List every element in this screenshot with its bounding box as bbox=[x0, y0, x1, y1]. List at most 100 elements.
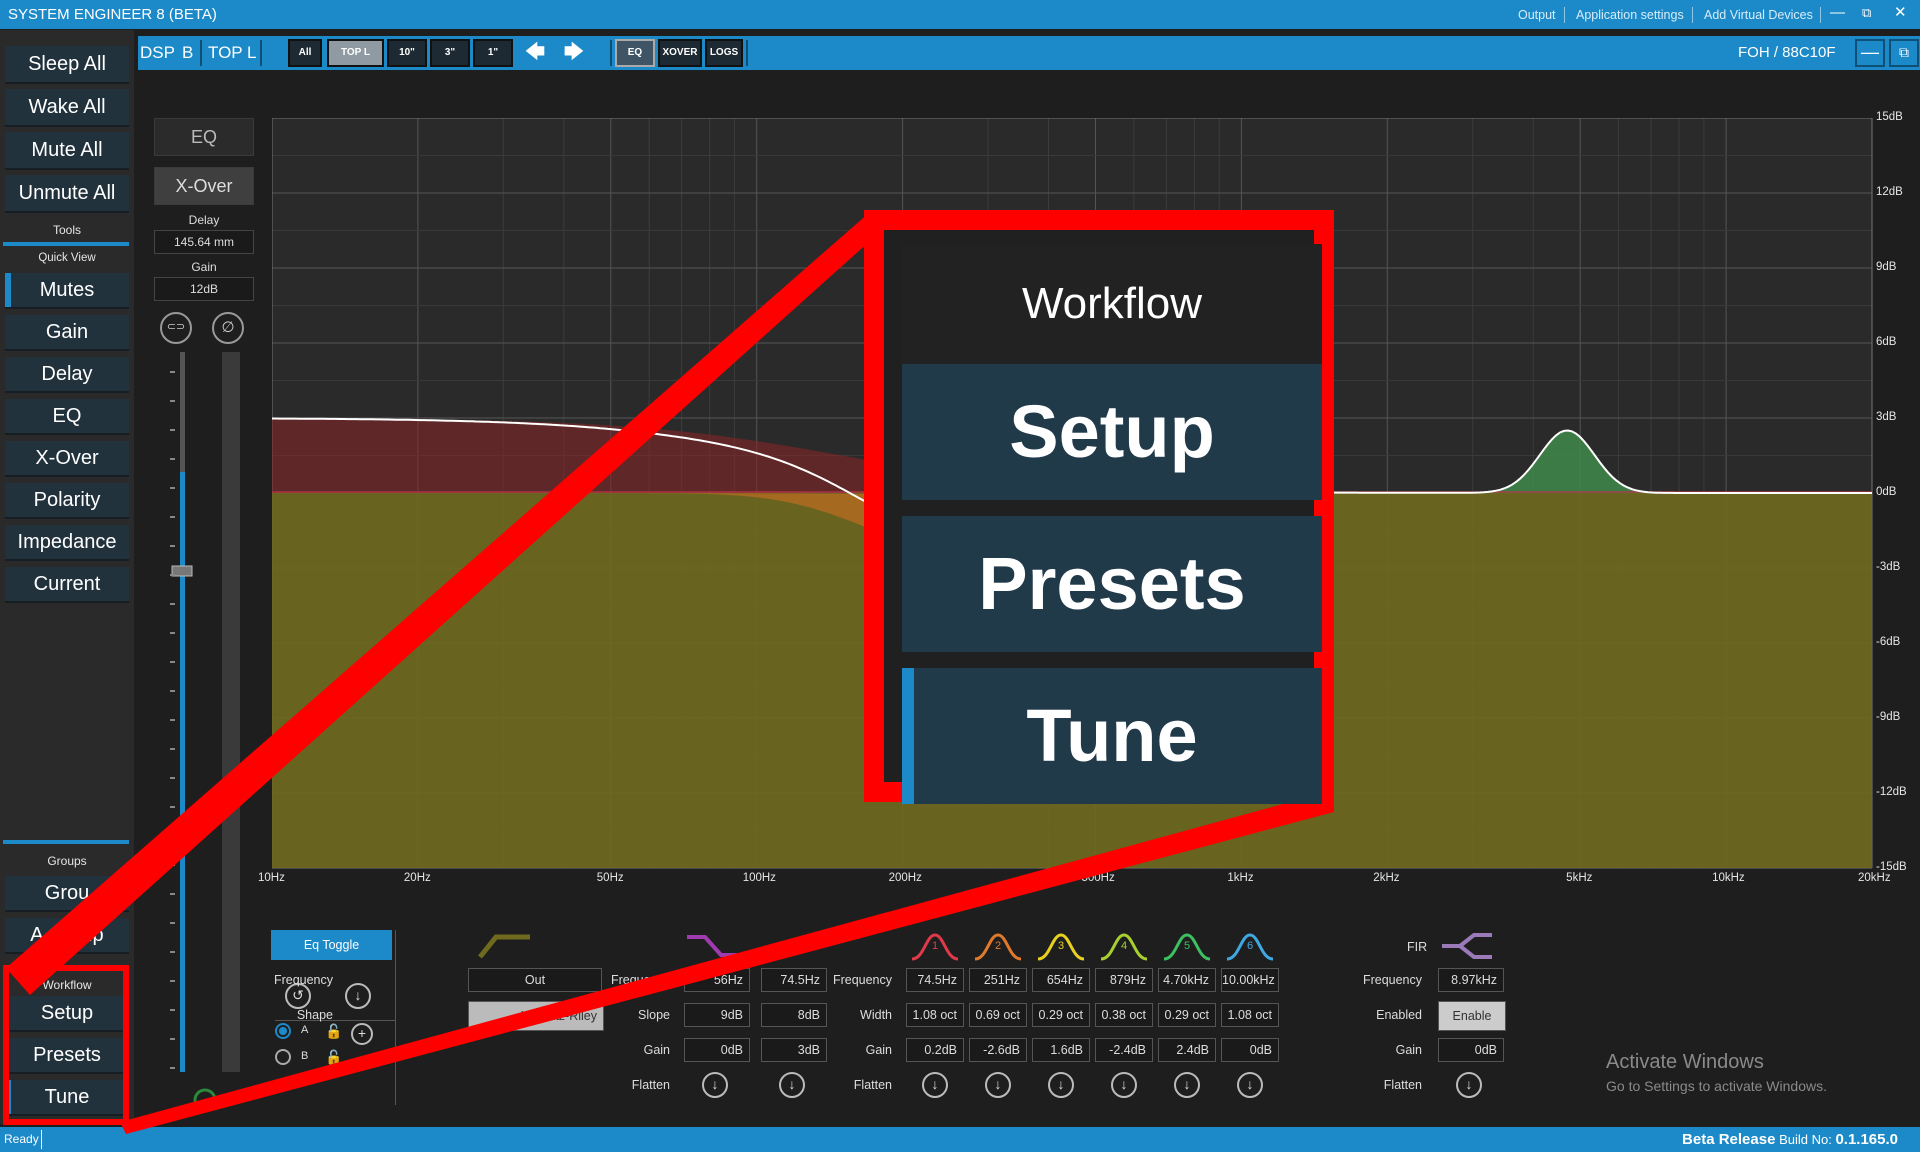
zoom-tune-button[interactable]: Tune bbox=[902, 668, 1322, 804]
band-flatten-icon[interactable]: ↓ bbox=[985, 1072, 1011, 1098]
menu-output[interactable]: Output bbox=[1518, 8, 1556, 22]
quick-view-gain[interactable]: Gain bbox=[5, 315, 129, 351]
band-gain-field[interactable]: -2.6dB bbox=[969, 1038, 1027, 1062]
fir-gain-field[interactable]: 0dB bbox=[1438, 1038, 1504, 1062]
add-preset-icon[interactable]: + bbox=[351, 1023, 373, 1045]
add-group-button[interactable]: A Group bbox=[5, 918, 129, 954]
gain-label: Gain bbox=[191, 260, 217, 274]
workflow-tune-button[interactable]: Tune bbox=[5, 1080, 129, 1116]
band-width-field[interactable]: 1.08 oct bbox=[1221, 1003, 1279, 1027]
restore-icon[interactable]: ⧉ bbox=[1862, 5, 1871, 21]
group-button[interactable]: Grou bbox=[5, 876, 129, 912]
band-frequency-field[interactable]: 654Hz bbox=[1032, 968, 1090, 992]
minimize-icon[interactable]: — bbox=[1830, 5, 1845, 21]
workflow-presets-button[interactable]: Presets bbox=[5, 1038, 129, 1074]
strip-xover-button[interactable]: X-Over bbox=[154, 167, 254, 205]
xover-shape-select[interactable]: Linkwitz-Riley bbox=[468, 1001, 604, 1031]
band-gain-field[interactable]: 0.2dB bbox=[906, 1038, 964, 1062]
lock-a-icon[interactable]: 🔓 bbox=[325, 1023, 342, 1040]
shelf1-gain-field[interactable]: 0dB bbox=[684, 1038, 750, 1062]
view-logs-button[interactable]: LOGS bbox=[705, 39, 743, 67]
band-frequency-field[interactable]: 879Hz bbox=[1095, 968, 1153, 992]
quick-view-polarity[interactable]: Polarity bbox=[5, 483, 129, 519]
panel-minimize-icon[interactable]: — bbox=[1855, 39, 1885, 67]
high-shelf-icon[interactable] bbox=[770, 931, 824, 961]
tab-3-inch[interactable]: 3" bbox=[430, 39, 470, 67]
xover-frequency-field[interactable]: Out bbox=[468, 968, 602, 992]
preset-a-radio[interactable] bbox=[275, 1023, 291, 1039]
zoom-setup-button[interactable]: Setup bbox=[902, 364, 1322, 500]
delay-label: Delay bbox=[188, 213, 220, 227]
quick-view-xover[interactable]: X-Over bbox=[5, 441, 129, 477]
xover-frequency-label: Frequency bbox=[273, 973, 333, 987]
eq-toggle-button[interactable]: Eq Toggle bbox=[271, 930, 392, 960]
view-xover-button[interactable]: XOVER bbox=[658, 39, 702, 67]
band-width-field[interactable]: 0.69 oct bbox=[969, 1003, 1027, 1027]
workflow-setup-button[interactable]: Setup bbox=[5, 996, 129, 1032]
quick-view-mutes[interactable]: Mutes bbox=[5, 273, 129, 309]
link-icon[interactable]: ⊂⊃ bbox=[160, 312, 192, 344]
preset-b-label: B bbox=[301, 1050, 309, 1062]
band-flatten-icon[interactable]: ↓ bbox=[1174, 1072, 1200, 1098]
panel-maximize-icon[interactable]: ⧉ bbox=[1889, 39, 1919, 67]
gain-fader[interactable] bbox=[150, 352, 260, 1152]
band-gain-field[interactable]: 1.6dB bbox=[1032, 1038, 1090, 1062]
band-frequency-field[interactable]: 74.5Hz bbox=[906, 968, 964, 992]
band-frequency-field[interactable]: 10.00kHz bbox=[1221, 968, 1279, 992]
shelf1-flatten-icon[interactable]: ↓ bbox=[702, 1072, 728, 1098]
wake-all-button[interactable]: Wake All bbox=[5, 89, 129, 127]
quick-view-delay[interactable]: Delay bbox=[5, 357, 129, 393]
shelf1-frequency-field[interactable]: 56Hz bbox=[684, 968, 750, 992]
low-shelf-icon[interactable] bbox=[685, 931, 739, 961]
tab-all[interactable]: All bbox=[288, 39, 322, 67]
view-eq-button[interactable]: EQ bbox=[615, 39, 655, 67]
band-flatten-icon[interactable]: ↓ bbox=[1048, 1072, 1074, 1098]
mute-all-button[interactable]: Mute All bbox=[5, 132, 129, 170]
delay-value-field[interactable]: 145.64 mm bbox=[154, 230, 254, 254]
quick-view-eq[interactable]: EQ bbox=[5, 399, 129, 435]
tab-10-inch[interactable]: 10" bbox=[387, 39, 427, 67]
band-gain-field[interactable]: -2.4dB bbox=[1095, 1038, 1153, 1062]
sleep-all-button[interactable]: Sleep All bbox=[5, 46, 129, 84]
tab-1-inch[interactable]: 1" bbox=[473, 39, 513, 67]
close-icon[interactable]: ✕ bbox=[1894, 5, 1907, 21]
band-flatten-icon[interactable]: ↓ bbox=[1237, 1072, 1263, 1098]
fir-icon[interactable] bbox=[1440, 931, 1494, 961]
strip-eq-button[interactable]: EQ bbox=[154, 118, 254, 156]
quick-view-impedance[interactable]: Impedance bbox=[5, 525, 129, 561]
band-width-field[interactable]: 0.38 oct bbox=[1095, 1003, 1153, 1027]
unmute-all-button[interactable]: Unmute All bbox=[5, 175, 129, 213]
band-width-field[interactable]: 0.29 oct bbox=[1032, 1003, 1090, 1027]
tools-label[interactable]: Tools bbox=[0, 223, 134, 237]
download-icon[interactable]: ↓ bbox=[345, 983, 371, 1009]
next-channel-arrow-icon[interactable]: 🡆 bbox=[557, 39, 591, 67]
groups-divider bbox=[3, 840, 129, 844]
band-frequency-field[interactable]: 4.70kHz bbox=[1158, 968, 1216, 992]
band-gain-field[interactable]: 0dB bbox=[1221, 1038, 1279, 1062]
highpass-filter-icon[interactable] bbox=[478, 931, 532, 961]
quick-view-current[interactable]: Current bbox=[5, 567, 129, 603]
prev-channel-arrow-icon[interactable]: 🡄 bbox=[518, 39, 552, 67]
band-frequency-field[interactable]: 251Hz bbox=[969, 968, 1027, 992]
band-width-field[interactable]: 0.29 oct bbox=[1158, 1003, 1216, 1027]
shelf1-slope-field[interactable]: 9dB bbox=[684, 1003, 750, 1027]
lock-b-icon[interactable]: 🔓 bbox=[325, 1049, 342, 1066]
zoom-presets-button[interactable]: Presets bbox=[902, 516, 1322, 652]
fir-enable-button[interactable]: Enable bbox=[1438, 1001, 1506, 1031]
band-width-field[interactable]: 1.08 oct bbox=[906, 1003, 964, 1027]
windows-activation-watermark: Activate Windows Go to Settings to activ… bbox=[1606, 1051, 1827, 1094]
tab-top-l[interactable]: TOP L bbox=[327, 39, 384, 67]
preset-b-radio[interactable] bbox=[275, 1049, 291, 1065]
menu-application-settings[interactable]: Application settings bbox=[1576, 8, 1684, 22]
shelf2-flatten-icon[interactable]: ↓ bbox=[779, 1072, 805, 1098]
band-flatten-icon[interactable]: ↓ bbox=[1111, 1072, 1137, 1098]
gain-value-field[interactable]: 12dB bbox=[154, 277, 254, 301]
menu-add-virtual-devices[interactable]: Add Virtual Devices bbox=[1704, 8, 1813, 22]
band-flatten-icon[interactable]: ↓ bbox=[922, 1072, 948, 1098]
band-gain-field[interactable]: 2.4dB bbox=[1158, 1038, 1216, 1062]
fir-flatten-icon[interactable]: ↓ bbox=[1456, 1072, 1482, 1098]
window-title: SYSTEM ENGINEER 8 (BETA) bbox=[8, 6, 217, 23]
phase-invert-icon[interactable]: ∅ bbox=[212, 312, 244, 344]
fir-frequency-field[interactable]: 8.97kHz bbox=[1438, 968, 1504, 992]
y-axis-label: 15dB bbox=[1876, 111, 1903, 123]
